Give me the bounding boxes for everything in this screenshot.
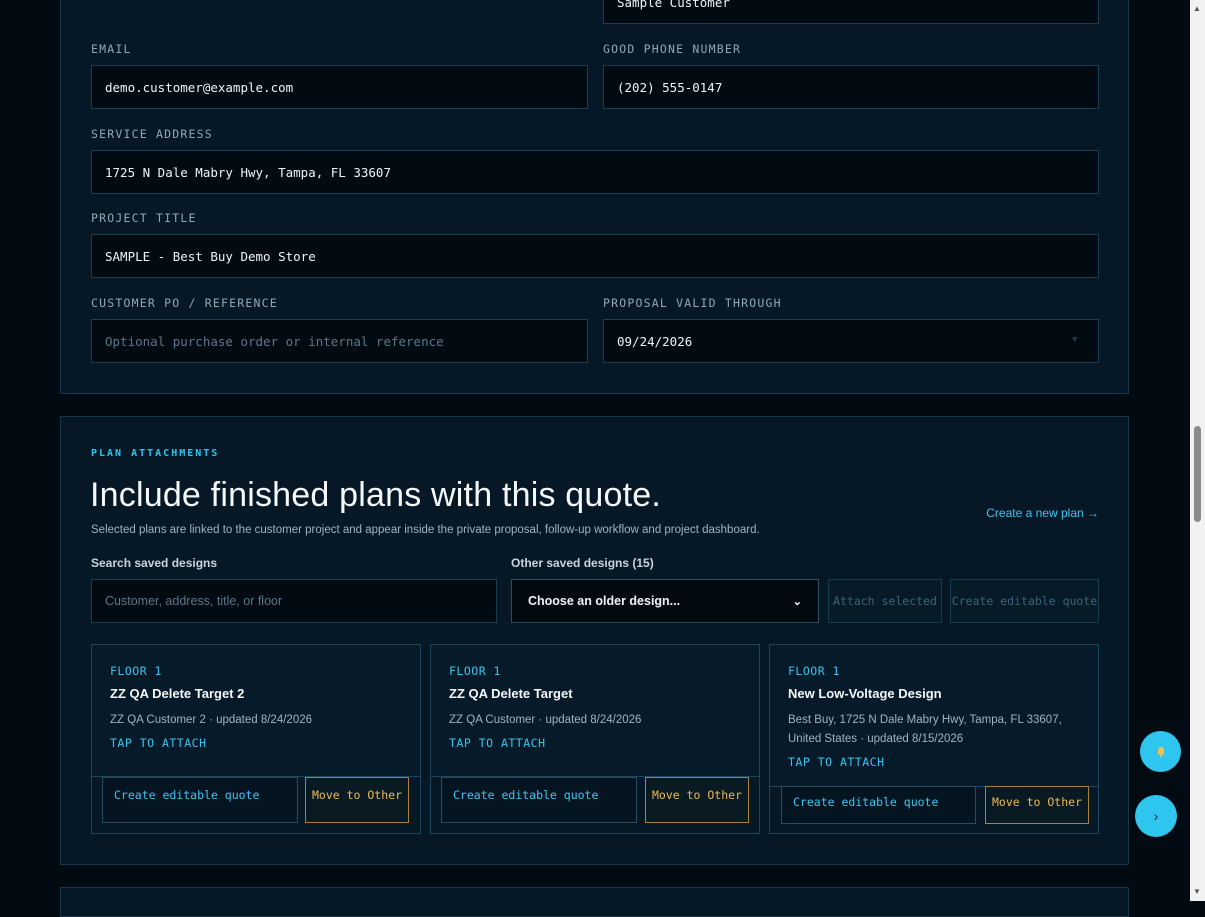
po-label: CUSTOMER PO / REFERENCE — [91, 296, 278, 310]
valid-through-label: PROPOSAL VALID THROUGH — [603, 296, 782, 310]
search-designs-input[interactable]: Customer, address, title, or floor — [91, 579, 497, 623]
project-title-field[interactable]: SAMPLE - Best Buy Demo Store — [91, 234, 1099, 278]
plan-card-meta: ZZ QA Customer · updated 8/24/2026 — [449, 714, 642, 726]
plan-card-floor: FLOOR 1 — [110, 664, 162, 678]
create-editable-quote-button[interactable]: Create editable quote — [950, 579, 1099, 623]
po-field[interactable]: Optional purchase order or internal refe… — [91, 319, 588, 363]
chevron-right-icon: › — [1153, 808, 1159, 824]
search-designs-label: Search saved designs — [91, 556, 218, 570]
bell-icon — [1156, 746, 1165, 757]
card-move-to-other-button[interactable]: Move to Other — [645, 777, 749, 823]
plan-card-body[interactable]: FLOOR 1 New Low-Voltage Design Best Buy,… — [770, 645, 1098, 787]
plan-card-body[interactable]: FLOOR 1 ZZ QA Delete Target ZZ QA Custom… — [431, 645, 759, 777]
plan-card[interactable]: FLOOR 1 New Low-Voltage Design Best Buy,… — [769, 644, 1099, 834]
plan-card-title: ZZ QA Delete Target — [449, 686, 573, 701]
plan-card-attach[interactable]: TAP TO ATTACH — [788, 755, 885, 769]
plan-card-title: ZZ QA Delete Target 2 — [110, 686, 245, 701]
plan-card-attach[interactable]: TAP TO ATTACH — [449, 736, 546, 750]
card-move-to-other-button[interactable]: Move to Other — [985, 786, 1089, 824]
plan-attachments-kicker: PLAN ATTACHMENTS — [91, 448, 220, 459]
card-create-quote-button[interactable]: Create editable quote — [781, 786, 976, 824]
phone-label: GOOD PHONE NUMBER — [603, 42, 742, 56]
next-button[interactable]: › — [1135, 795, 1177, 837]
plan-attachments-subtitle: Selected plans are linked to the custome… — [91, 524, 760, 536]
phone-field[interactable]: (202) 555-0147 — [603, 65, 1099, 109]
valid-through-value: 09/24/2026 — [617, 333, 693, 349]
older-design-select[interactable]: Choose an older design... ⌄ — [511, 579, 819, 623]
address-field[interactable]: 1725 N Dale Mabry Hwy, Tampa, FL 33607 — [91, 150, 1099, 194]
create-new-plan-link[interactable]: Create a new plan → — [986, 506, 1099, 520]
calendar-icon[interactable]: ▼ — [1072, 335, 1082, 345]
plan-card-floor: FLOOR 1 — [788, 664, 840, 678]
other-designs-label: Other saved designs (15) — [511, 556, 654, 570]
plan-card-title: New Low-Voltage Design — [788, 686, 942, 701]
attach-selected-button[interactable]: Attach selected — [828, 579, 942, 623]
plan-card-meta: Best Buy, 1725 N Dale Mabry Hwy, Tampa, … — [788, 714, 1062, 745]
address-label: SERVICE ADDRESS — [91, 127, 213, 141]
card-create-quote-button[interactable]: Create editable quote — [102, 777, 298, 823]
customer-name-field[interactable]: Sample Customer — [603, 0, 1099, 24]
card-move-to-other-button[interactable]: Move to Other — [305, 777, 409, 823]
plan-card-attach[interactable]: TAP TO ATTACH — [110, 736, 207, 750]
valid-through-field[interactable]: 09/24/2026 ▼ — [603, 319, 1099, 363]
plan-card[interactable]: FLOOR 1 ZZ QA Delete Target 2 ZZ QA Cust… — [91, 644, 421, 834]
page-scrollbar[interactable]: ▲ ▼ — [1190, 0, 1205, 901]
notifications-button[interactable] — [1140, 731, 1181, 772]
scrollbar-thumb[interactable] — [1194, 426, 1201, 522]
card-create-quote-button[interactable]: Create editable quote — [441, 777, 637, 823]
scroll-down-arrow-icon[interactable]: ▼ — [1193, 887, 1201, 896]
next-section-panel — [60, 887, 1129, 917]
plan-card-body[interactable]: FLOOR 1 ZZ QA Delete Target 2 ZZ QA Cust… — [92, 645, 420, 777]
plan-card[interactable]: FLOOR 1 ZZ QA Delete Target ZZ QA Custom… — [430, 644, 760, 834]
plan-card-floor: FLOOR 1 — [449, 664, 501, 678]
scroll-up-arrow-icon[interactable]: ▲ — [1193, 4, 1201, 13]
email-field[interactable]: demo.customer@example.com — [91, 65, 588, 109]
plan-attachments-headline: Include finished plans with this quote. — [90, 476, 662, 514]
project-title-label: PROJECT TITLE — [91, 211, 197, 225]
plan-card-meta: ZZ QA Customer 2 · updated 8/24/2026 — [110, 714, 313, 726]
chevron-down-icon: ⌄ — [792, 595, 802, 608]
email-label: EMAIL — [91, 42, 132, 56]
older-design-select-value: Choose an older design... — [528, 594, 681, 608]
